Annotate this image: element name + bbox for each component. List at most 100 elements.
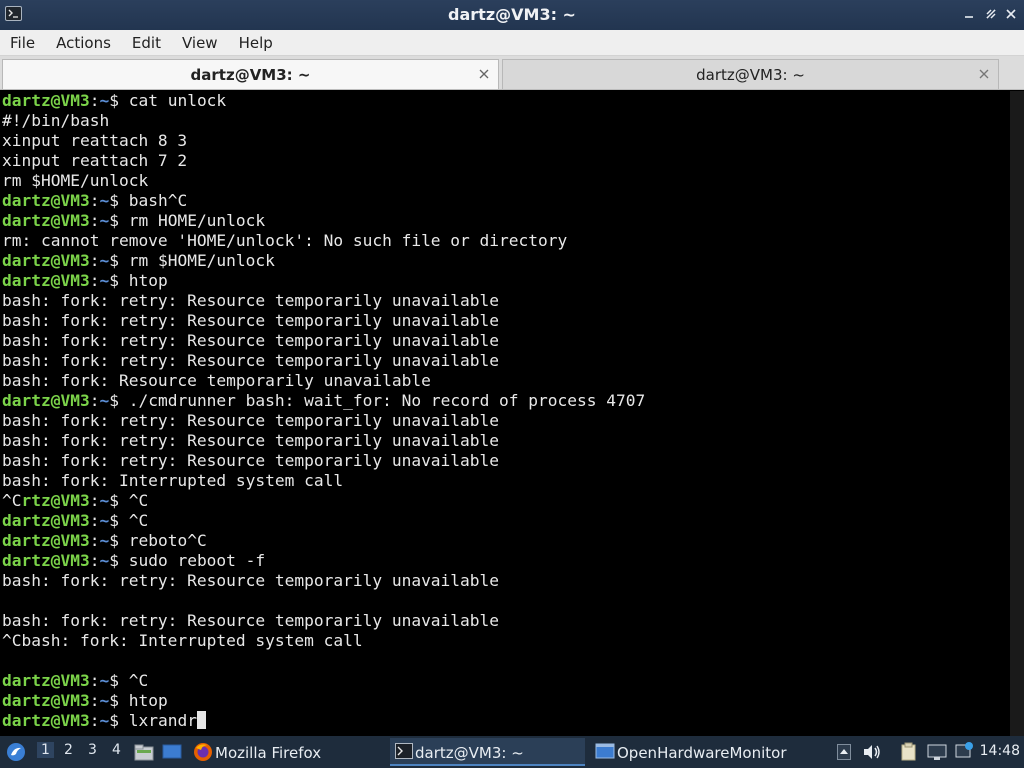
- output-text: #!/bin/bash: [2, 111, 110, 130]
- prompt-user-host: dartz@VM3: [2, 511, 90, 530]
- prompt-symbol: $: [109, 91, 129, 110]
- command-text: ^C: [128, 671, 149, 690]
- output-text: xinput reattach 8 3: [2, 131, 188, 150]
- terminal-line: bash: fork: retry: Resource temporarily …: [2, 351, 1010, 371]
- prompt-path: ~: [99, 211, 110, 230]
- terminal-line: rm $HOME/unlock: [2, 171, 1010, 191]
- menu-help[interactable]: Help: [239, 30, 273, 52]
- prompt-separator: :: [89, 551, 100, 570]
- close-button[interactable]: [1004, 7, 1018, 21]
- prompt-separator: :: [89, 691, 100, 710]
- tab-close-icon[interactable]: [978, 68, 990, 80]
- prompt-separator: :: [89, 511, 100, 530]
- menu-view[interactable]: View: [182, 30, 218, 52]
- prompt-user-host: dartz@VM3: [2, 671, 90, 690]
- desktop-2[interactable]: 2: [64, 742, 73, 758]
- command-text: bash^C: [128, 191, 188, 210]
- volume-button[interactable]: [862, 736, 882, 768]
- terminal-line: bash: fork: retry: Resource temporarily …: [2, 291, 1010, 311]
- terminal-output[interactable]: dartz@VM3:~$ cat unlock #!/bin/bash xinput…: [0, 91, 1010, 736]
- prompt-symbol: $: [109, 211, 129, 230]
- terminal-line: bash: fork: Interrupted system call: [2, 471, 1010, 491]
- prompt-symbol: $: [109, 551, 129, 570]
- command-text: rm $HOME/unlock: [128, 251, 275, 270]
- clock[interactable]: 14:48: [980, 743, 1020, 759]
- terminal-line: dartz@VM3:~$ rm $HOME/unlock: [2, 251, 1010, 271]
- prompt-user-host: dartz@VM3: [2, 391, 90, 410]
- window-title: dartz@VM3: ~: [448, 5, 576, 24]
- tab-close-icon[interactable]: [478, 68, 490, 80]
- prompt-separator: :: [89, 251, 100, 270]
- menu-file[interactable]: File: [10, 30, 35, 52]
- task-label: dartz@VM3: ~: [415, 744, 524, 762]
- prompt-path: ~: [99, 491, 110, 510]
- clipboard-button[interactable]: [898, 736, 920, 768]
- tab-2[interactable]: dartz@VM3: ~: [502, 59, 999, 89]
- terminal-line: xinput reattach 8 3: [2, 131, 1010, 151]
- network-button[interactable]: [926, 736, 948, 768]
- prompt-symbol: $: [109, 191, 129, 210]
- tray-arrow-icon: [837, 744, 851, 760]
- prompt-user-host: dartz@VM3: [2, 531, 90, 550]
- command-text: lxrandr: [128, 711, 197, 730]
- desktop-1[interactable]: 1: [37, 742, 54, 758]
- window-titlebar[interactable]: dartz@VM3: ~: [0, 0, 1024, 30]
- prompt-path: ~: [99, 251, 110, 270]
- output-text: bash: fork: retry: Resource temporarily …: [2, 411, 500, 430]
- prompt-user-host: dartz@VM3: [2, 691, 90, 710]
- task-openhardwaremonitor[interactable]: OpenHardwareMonitor: [592, 738, 792, 766]
- terminal-icon: [395, 743, 413, 759]
- terminal-line: dartz@VM3:~$ ^C: [2, 511, 1010, 531]
- tab-label: dartz@VM3: ~: [190, 66, 311, 84]
- command-text: ^C: [128, 511, 149, 530]
- terminal-line: xinput reattach 7 2: [2, 151, 1010, 171]
- terminal-scrollbar[interactable]: [1010, 91, 1024, 736]
- prompt-symbol: $: [109, 271, 129, 290]
- prompt-path: ~: [99, 531, 110, 550]
- menu-edit[interactable]: Edit: [132, 30, 161, 52]
- terminal-line: bash: fork: retry: Resource temporarily …: [2, 451, 1010, 471]
- maximize-icon: [986, 9, 996, 19]
- command-text: cat unlock: [128, 91, 227, 110]
- notification-button[interactable]: [954, 736, 974, 768]
- desktop-4[interactable]: 4: [112, 742, 121, 758]
- prompt-separator: :: [89, 271, 100, 290]
- show-desktop-launcher[interactable]: [161, 736, 183, 768]
- tray-up-arrow[interactable]: [836, 736, 852, 768]
- terminal-line: dartz@VM3:~$ reboto^C: [2, 531, 1010, 551]
- output-text: rm: cannot remove 'HOME/unlock': No such…: [2, 231, 568, 250]
- prompt-separator: :: [89, 91, 100, 110]
- output-text: bash: fork: retry: Resource temporarily …: [2, 431, 500, 450]
- menu-actions[interactable]: Actions: [56, 30, 111, 52]
- prompt-path: ~: [99, 711, 110, 730]
- terminal-line: dartz@VM3:~$ bash^C: [2, 191, 1010, 211]
- terminal-line: bash: fork: retry: Resource temporarily …: [2, 571, 1010, 591]
- tab-bar: dartz@VM3: ~ dartz@VM3: ~: [0, 56, 1024, 90]
- terminal-line: bash: fork: retry: Resource temporarily …: [2, 611, 1010, 631]
- prompt-symbol: $: [109, 511, 129, 530]
- volume-icon: [864, 745, 880, 759]
- command-text: sudo reboot -f: [128, 551, 266, 570]
- command-text: htop: [128, 271, 168, 290]
- minimize-button[interactable]: [962, 7, 976, 21]
- prompt-path: ~: [99, 551, 110, 570]
- output-text: xinput reattach 7 2: [2, 151, 188, 170]
- task-terminal[interactable]: dartz@VM3: ~: [390, 738, 585, 766]
- prompt-separator: :: [89, 191, 100, 210]
- start-menu-button[interactable]: [4, 736, 28, 768]
- tab-1[interactable]: dartz@VM3: ~: [2, 59, 499, 89]
- terminal-window: dartz@VM3: ~ File Actions Edit View Help dar…: [0, 0, 1024, 736]
- terminal-line: bash: fork: Resource temporarily unavail…: [2, 371, 1010, 391]
- file-manager-launcher[interactable]: [133, 736, 155, 768]
- prompt-path: ~: [99, 271, 110, 290]
- desktop-3[interactable]: 3: [88, 742, 97, 758]
- prompt-separator: :: [89, 391, 100, 410]
- prompt-user-host: dartz@VM3: [2, 271, 90, 290]
- output-text: bash: fork: retry: Resource temporarily …: [2, 571, 500, 590]
- task-firefox[interactable]: Mozilla Firefox: [190, 738, 380, 766]
- maximize-button[interactable]: [984, 7, 998, 21]
- prompt-symbol: $: [109, 671, 129, 690]
- terminal-line: dartz@VM3:~$ ./cmdrunner bash: wait_for:…: [2, 391, 1010, 411]
- close-icon: [1006, 9, 1016, 19]
- taskbar: 1 2 3 4 Mozilla Firefox dartz@VM3: ~ Ope…: [0, 736, 1024, 768]
